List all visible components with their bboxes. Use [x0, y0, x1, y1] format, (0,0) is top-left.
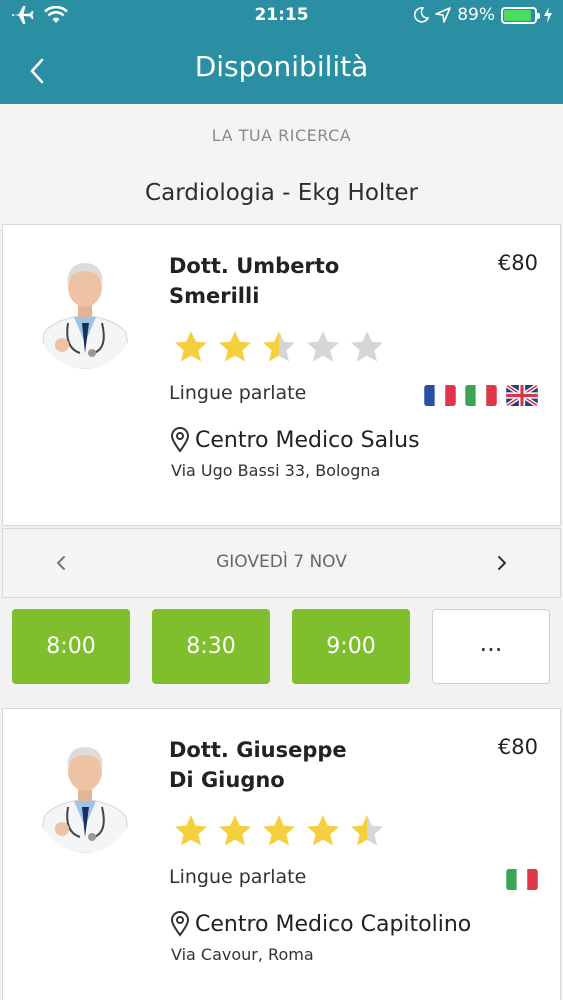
doctor-price: €80 — [497, 251, 538, 275]
star-filled-icon — [175, 815, 207, 846]
doctor-name-line2: Di Giugno — [169, 768, 285, 792]
star-filled-icon — [175, 331, 207, 362]
rating-stars — [173, 329, 385, 365]
status-bar: 21:15 89% — [0, 0, 563, 32]
medical-center-name: Centro Medico Salus — [195, 427, 420, 453]
next-day-button[interactable] — [489, 550, 515, 576]
time-slots: 8:00 8:30 9:00 ... — [12, 609, 550, 684]
medical-center-address: Via Ugo Bassi 33, Bologna — [171, 461, 381, 480]
star-half-icon — [351, 815, 383, 846]
medical-center-name: Centro Medico Capitolino — [195, 911, 472, 937]
app-header: 21:15 89% Disponibilità — [0, 0, 563, 104]
date-selector: GIOVEDÌ 7 NOV — [2, 528, 561, 598]
battery-icon — [501, 6, 540, 24]
moon-icon — [414, 7, 430, 23]
selected-date: GIOVEDÌ 7 NOV — [216, 552, 347, 572]
doctor-name-line2: Smerilli — [169, 284, 260, 308]
doctor-card[interactable]: Dott. Giuseppe Di Giugno €80 Lingue parl… — [2, 708, 561, 1000]
time-slot-button[interactable]: 8:00 — [12, 609, 130, 684]
doctor-name-line1: Dott. Giuseppe — [169, 738, 347, 762]
search-label: LA TUA RICERCA — [211, 126, 352, 145]
doctor-name: Dott. Umberto Smerilli — [169, 251, 459, 311]
medical-center[interactable]: Centro Medico Salus — [169, 427, 420, 453]
italy-flag-icon — [506, 869, 538, 890]
charging-icon — [544, 7, 552, 23]
doctor-name: Dott. Giuseppe Di Giugno — [169, 735, 459, 795]
star-empty-icon — [351, 331, 383, 362]
doctor-name-line1: Dott. Umberto — [169, 254, 340, 278]
star-filled-icon — [307, 815, 339, 846]
italy-flag-icon — [465, 385, 497, 406]
star-half-icon — [263, 331, 295, 362]
uk-flag-icon — [506, 385, 538, 406]
time-slot-button[interactable]: 9:00 — [292, 609, 410, 684]
page-title: Disponibilità — [194, 50, 369, 83]
rating-stars — [173, 813, 385, 849]
languages-label: Lingue parlate — [169, 866, 307, 888]
medical-center-address: Via Cavour, Roma — [171, 945, 314, 964]
location-pin-icon — [170, 911, 190, 937]
search-value: Cardiologia - Ekg Holter — [145, 180, 418, 206]
star-filled-icon — [263, 815, 295, 846]
star-filled-icon — [219, 815, 251, 846]
language-flags — [506, 869, 538, 890]
languages-label: Lingue parlate — [169, 382, 307, 404]
search-summary: LA TUA RICERCA Cardiologia - Ekg Holter — [0, 104, 563, 224]
doctor-avatar — [34, 737, 136, 853]
star-empty-icon — [307, 331, 339, 362]
location-pin-icon — [170, 427, 190, 453]
battery-percent: 89% — [457, 5, 495, 25]
doctor-card[interactable]: Dott. Umberto Smerilli €80 Lingue parlat… — [2, 224, 561, 526]
medical-center[interactable]: Centro Medico Capitolino — [169, 911, 471, 937]
language-flags — [424, 385, 538, 406]
time-slot-button[interactable]: 8:30 — [152, 609, 270, 684]
more-slots-button[interactable]: ... — [432, 609, 550, 684]
france-flag-icon — [424, 385, 456, 406]
chevron-right-icon — [498, 556, 506, 570]
doctor-avatar — [34, 253, 136, 369]
star-filled-icon — [219, 331, 251, 362]
doctor-price: €80 — [497, 735, 538, 759]
location-arrow-icon — [435, 7, 452, 23]
